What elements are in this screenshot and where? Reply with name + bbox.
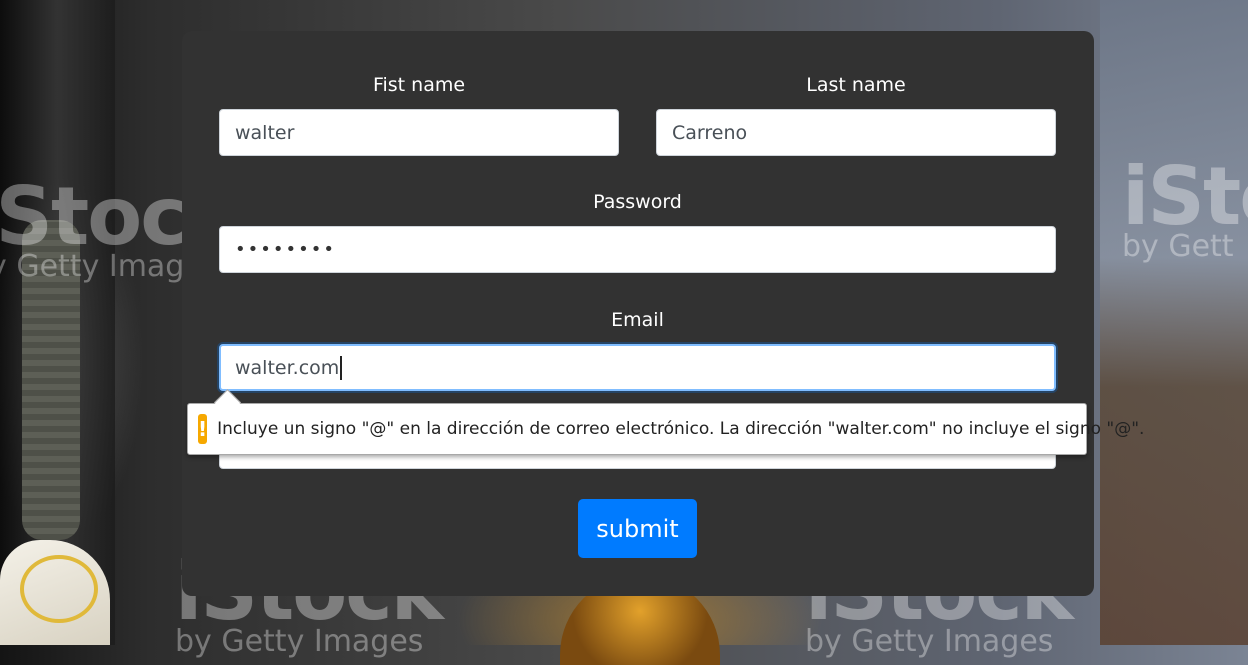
first-name-input[interactable]: walter — [219, 109, 619, 156]
submit-button[interactable]: submit — [578, 499, 697, 558]
first-name-value: walter — [235, 121, 295, 144]
password-label: Password — [593, 191, 682, 213]
watermark-sub: by Getty Images — [805, 624, 1054, 659]
password-masked-value: •••••••• — [235, 239, 336, 260]
email-value: walter.com — [235, 356, 340, 379]
background-photo-wall — [1100, 0, 1248, 645]
watermark-sub: by Getty Images — [175, 624, 424, 659]
last-name-input[interactable]: Carreno — [656, 109, 1056, 156]
last-name-label: Last name — [806, 74, 906, 96]
email-validation-tooltip: ! Incluye un signo "@" en la dirección d… — [187, 403, 1144, 455]
last-name-value: Carreno — [672, 121, 748, 144]
validation-message: Incluye un signo "@" en la dirección de … — [217, 419, 1145, 439]
text-caret — [340, 355, 342, 380]
email-input[interactable]: walter.com — [219, 344, 1056, 391]
watermark-sub: by Gett — [1122, 229, 1234, 264]
watermark-right: iSto by Gett — [1122, 150, 1248, 264]
background-photo-shoelace — [20, 555, 98, 623]
password-input[interactable]: •••••••• — [219, 226, 1056, 273]
first-name-label: Fist name — [372, 74, 466, 96]
email-label: Email — [611, 309, 664, 331]
warning-icon: ! — [198, 414, 208, 444]
